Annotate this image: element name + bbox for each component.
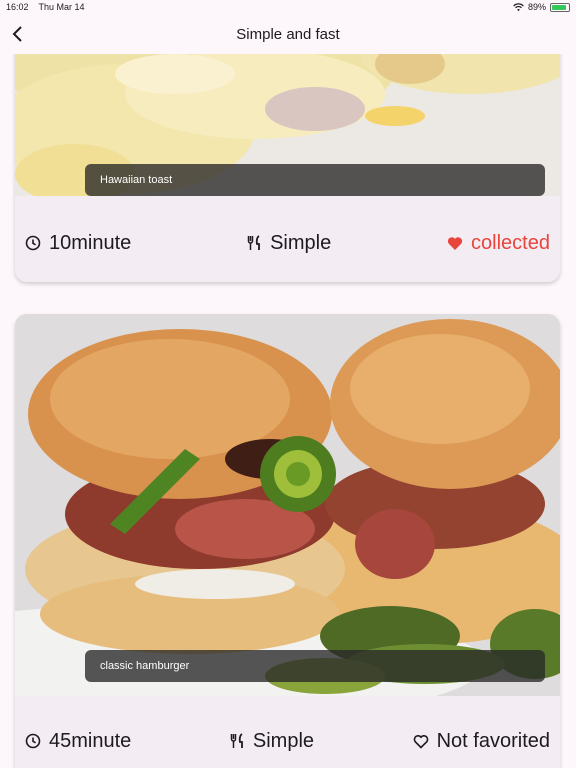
cook-time: 45minute — [25, 730, 131, 753]
status-bar: 16:02 Thu Mar 14 89% — [0, 0, 576, 14]
favorite-toggle[interactable]: Not favorited — [413, 730, 550, 753]
app-bar: Simple and fast — [0, 14, 576, 54]
status-date: Thu Mar 14 — [38, 2, 85, 12]
recipe-name-caption: classic hamburger — [85, 650, 545, 682]
recipe-card[interactable]: Hawaiian toast 10minute Simple collected — [15, 54, 560, 282]
battery-level — [552, 4, 567, 10]
battery-percent: 89% — [527, 2, 546, 12]
recipe-info-row: 45minute Simple Not favorited — [15, 716, 560, 766]
clock-icon — [25, 235, 41, 251]
recipe-info-row: 10minute Simple collected — [15, 218, 560, 268]
fork-knife-icon — [247, 235, 260, 250]
cook-time: 10minute — [25, 232, 131, 255]
favorite-label: collected — [471, 231, 550, 254]
recipe-list[interactable]: Hawaiian toast 10minute Simple collected… — [0, 54, 576, 768]
back-button[interactable] — [6, 22, 30, 46]
chevron-left-icon — [12, 26, 22, 42]
favorite-toggle[interactable]: collected — [447, 232, 550, 255]
recipe-card[interactable]: classic hamburger 45minute Simple Not fa… — [15, 314, 560, 768]
recipe-name-caption: Hawaiian toast — [85, 164, 545, 196]
difficulty: Simple — [230, 730, 314, 753]
difficulty-label: Simple — [270, 231, 332, 254]
recipe-image — [15, 314, 560, 696]
fork-knife-icon — [230, 733, 243, 748]
wifi-icon — [513, 2, 524, 11]
difficulty-label: Simple — [252, 729, 315, 752]
difficulty: Simple — [247, 232, 331, 255]
heart-outline-icon — [413, 734, 428, 749]
page-title: Simple and fast — [236, 25, 340, 43]
clock-icon — [25, 733, 41, 749]
battery-icon — [550, 2, 570, 12]
heart-filled-icon — [447, 236, 463, 250]
status-time: 16:02 — [6, 2, 29, 12]
cook-time-label: 10minute — [49, 231, 132, 254]
cook-time-label: 45minute — [49, 729, 132, 752]
favorite-label: Not favorited — [436, 729, 550, 752]
